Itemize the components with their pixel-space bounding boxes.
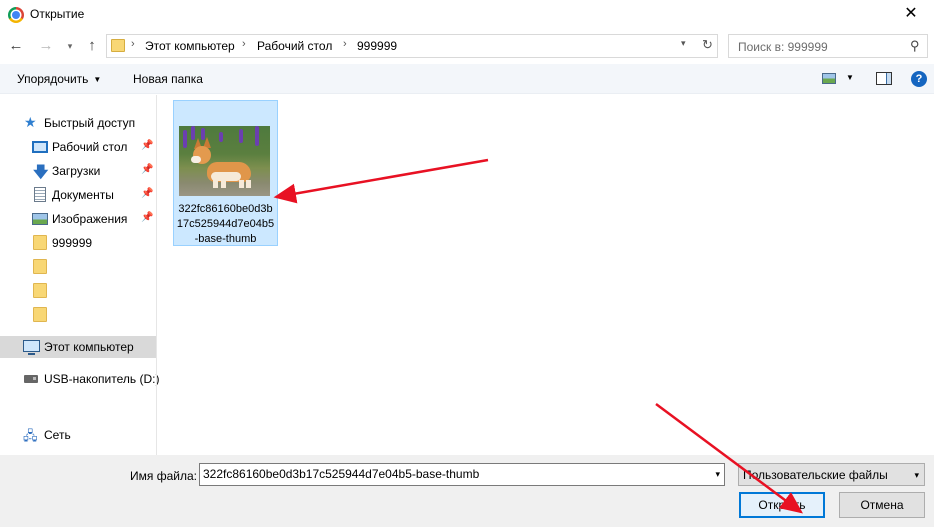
up-arrow-icon[interactable]: ↑ [84,37,100,55]
address-dropdown-icon[interactable]: ▾ [681,38,686,49]
window-title: Открытие [30,7,85,21]
sidebar-item-this-pc[interactable]: Этот компьютер [0,336,156,358]
folder-icon [111,39,125,52]
sidebar-item-label: Быстрый доступ [44,116,136,130]
pane-divider[interactable] [156,95,157,455]
folder-icon [33,259,47,274]
caret-down-icon[interactable]: ▼ [846,73,854,82]
organize-label: Упорядочить [17,72,89,86]
file-item[interactable]: 322fc86160be0d3b17c525944d7e04b5-base-th… [173,100,278,246]
thumbnail-detail [213,180,218,188]
computer-icon [23,340,40,355]
thumbnail-detail [221,180,226,188]
forward-arrow-icon[interactable]: → [38,37,54,55]
filename-input[interactable]: 322fc86160be0d3b17c525944d7e04b5-base-th… [199,463,725,486]
breadcrumb-separator[interactable]: › [242,38,246,50]
breadcrumb-separator[interactable]: › [343,38,347,50]
sidebar-item-quick-access[interactable]: ★ Быстрый доступ [0,112,156,134]
thumbnail-detail [183,130,187,148]
sidebar-item-label: USB-накопитель (D:) [44,372,160,386]
breadcrumb-this-pc[interactable]: Этот компьютер [145,39,235,53]
folder-icon [33,307,47,322]
search-placeholder: Поиск в: 999999 [738,40,828,54]
cancel-button[interactable]: Отмена [839,492,925,518]
navigation-pane: ★ Быстрый доступ Рабочий стол 📌 🡇 Загруз… [0,95,160,455]
thumbnail-detail [219,132,223,142]
chevron-down-icon: ▾ [914,470,919,480]
search-input[interactable]: Поиск в: 999999 ⚲ [728,34,928,58]
pin-icon[interactable]: 📌 [141,164,153,175]
folder-icon [33,283,47,298]
file-type-value: Пользовательские файлы [743,468,888,482]
thumbnail-detail [255,126,259,146]
annotation-arrow-to-file [273,158,489,204]
breadcrumb-separator[interactable]: › [131,38,135,50]
usb-drive-icon [24,375,38,383]
close-button[interactable]: ✕ [888,0,934,30]
filename-value: 322fc86160be0d3b17c525944d7e04b5-base-th… [203,467,480,481]
search-icon[interactable]: ⚲ [910,38,920,54]
sidebar-item-desktop[interactable]: Рабочий стол 📌 [0,136,156,158]
sidebar-item-label: Сеть [44,428,71,442]
caret-down-icon: ▼ [93,75,102,84]
sidebar-item-network[interactable]: 🖧 Сеть [0,424,156,446]
breadcrumb-folder[interactable]: 999999 [357,39,397,53]
thumbnail-detail [239,129,243,143]
thumbnail-detail [239,180,244,188]
sidebar-item-label: Изображения [52,212,128,226]
chrome-icon [8,7,24,23]
sidebar-item-downloads[interactable]: 🡇 Загрузки 📌 [0,160,156,182]
folder-icon [33,235,47,250]
address-bar[interactable]: › Этот компьютер › Рабочий стол › 999999… [106,34,718,58]
desktop-icon [32,141,48,153]
thumbnail-detail [246,180,251,188]
new-folder-button[interactable]: Новая папка [133,72,203,86]
sidebar-item-folder[interactable] [0,280,156,302]
sidebar-item-folder[interactable] [0,256,156,278]
document-icon [34,187,46,202]
pin-icon[interactable]: 📌 [141,212,153,223]
image-icon [32,213,48,225]
sidebar-item-usb[interactable]: USB-накопитель (D:) [0,368,160,390]
command-toolbar: Упорядочить ▼ Новая папка ▼ ? [0,64,934,94]
navigation-bar: ← → ▾ ↑ › Этот компьютер › Рабочий стол … [0,30,934,62]
sidebar-item-label: Документы [52,188,114,202]
network-icon: 🖧 [23,428,38,443]
back-arrow-icon[interactable]: ← [8,37,24,55]
recent-locations-chevron-icon[interactable]: ▾ [62,37,78,55]
organize-button[interactable]: Упорядочить ▼ [17,72,101,86]
title-bar: Открытие ✕ [0,0,934,30]
thumbnail-detail [191,156,201,163]
open-button[interactable]: Открыть [739,492,825,518]
sidebar-item-label: Рабочий стол [52,140,128,154]
help-icon[interactable]: ? [911,71,927,87]
chevron-down-icon[interactable]: ▾ [715,469,720,480]
sidebar-item-folder[interactable] [0,304,156,326]
sidebar-item-images[interactable]: Изображения 📌 [0,208,156,230]
pin-icon[interactable]: 📌 [141,188,153,199]
preview-pane-icon[interactable] [876,72,892,85]
sidebar-item-folder-999999[interactable]: 999999 [0,232,156,254]
file-name: 322fc86160be0d3b17c525944d7e04b5-base-th… [176,203,275,245]
sidebar-item-label: Загрузки [52,164,101,178]
sidebar-item-documents[interactable]: Документы 📌 [0,184,156,206]
sidebar-item-label: 999999 [52,236,93,250]
view-options-icon[interactable] [822,73,836,84]
dialog-footer: Имя файла: 322fc86160be0d3b17c525944d7e0… [0,455,934,527]
filename-label: Имя файла: [130,469,197,483]
file-thumbnail [179,126,270,196]
pin-icon[interactable]: 📌 [141,140,153,151]
refresh-icon[interactable]: ↻ [702,37,713,53]
star-icon: ★ [24,114,37,130]
breadcrumb-desktop[interactable]: Рабочий стол [257,39,332,53]
file-type-select[interactable]: Пользовательские файлы ▾ [738,463,925,486]
sidebar-item-label: Этот компьютер [44,340,134,354]
